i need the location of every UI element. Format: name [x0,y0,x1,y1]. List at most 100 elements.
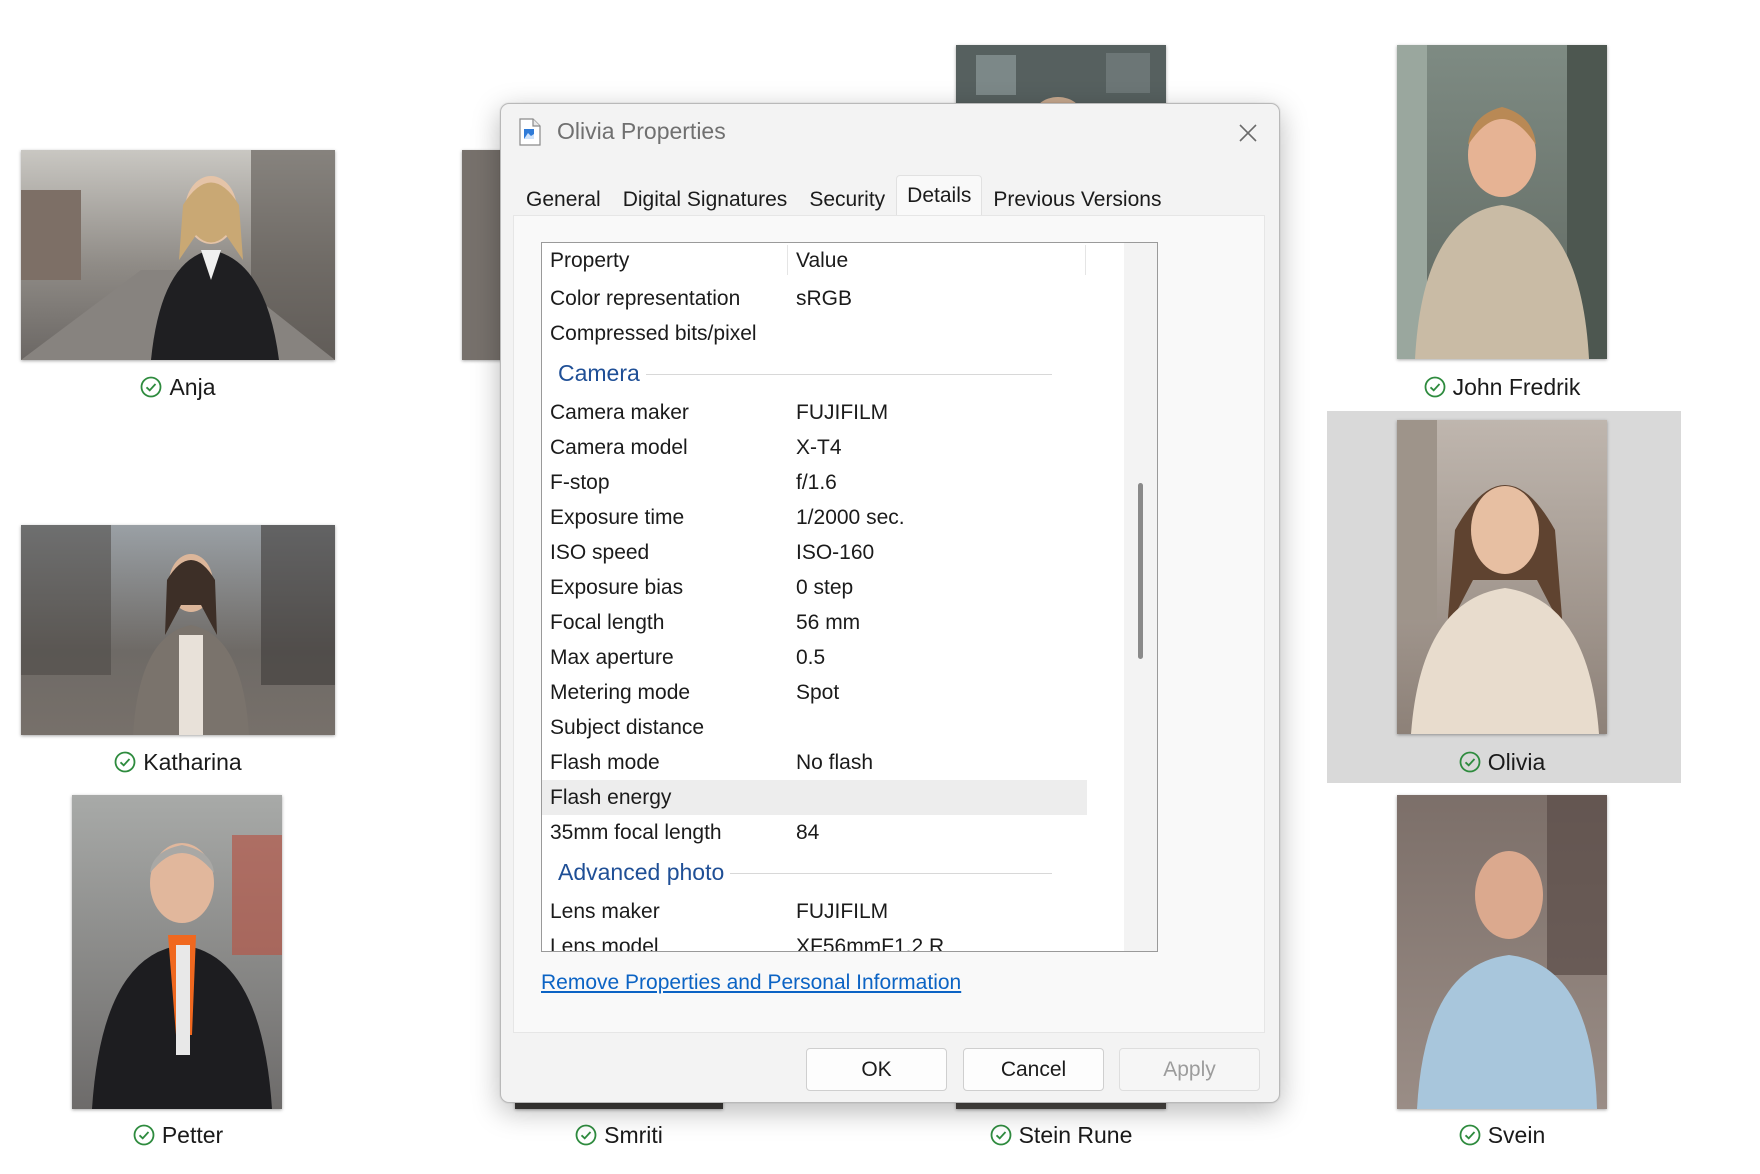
tab-digital-signatures[interactable]: Digital Signatures [612,179,799,218]
property-rows: Color representation sRGB Compressed bit… [542,281,1102,952]
tab-security[interactable]: Security [798,179,896,218]
close-button[interactable] [1231,116,1265,150]
scrollbar-thumb[interactable] [1138,483,1143,659]
property-key: Camera maker [550,401,689,424]
property-key: Metering mode [550,681,691,704]
caption-stein-rune: Stein Rune [906,1120,1216,1150]
property-value: 1/2000 sec. [796,506,905,529]
property-value: ISO-160 [796,541,875,564]
property-key: Camera model [550,436,688,459]
property-value: 0.5 [796,646,826,669]
property-row[interactable]: Color representation sRGB [542,281,1102,316]
person-name: Smriti [604,1121,663,1148]
column-divider[interactable] [787,245,788,275]
caption-katharina: Katharina [21,747,335,777]
property-row[interactable]: Focal length 56 mm [542,605,1102,640]
tab-previous-versions[interactable]: Previous Versions [982,179,1172,218]
ok-button[interactable]: OK [806,1048,947,1091]
photo-petter-image [72,795,282,1109]
apply-button[interactable]: Apply [1119,1048,1260,1091]
photo-thumbnail-john-fredrik[interactable] [1397,45,1607,359]
tab-general[interactable]: General [515,179,612,218]
property-row[interactable]: Exposure bias 0 step [542,570,1102,605]
property-row[interactable]: Subject distance [542,710,1102,745]
property-row[interactable]: Camera model X-T4 [542,430,1102,465]
property-value: Spot [796,681,840,704]
property-value: FUJIFILM [796,900,889,923]
property-row[interactable]: Flash mode No flash [542,745,1102,780]
property-value: XF56mmF1.2 R [796,935,945,952]
person-name: Petter [161,1121,224,1148]
property-row[interactable]: Metering mode Spot [542,675,1102,710]
list-header: Property Value [542,243,1087,277]
person-name: Stein Rune [1018,1121,1133,1148]
photo-thumbnail-svein[interactable] [1397,795,1607,1109]
property-value: 0 step [796,576,854,599]
group-header-advanced-photo: Advanced photo [542,850,1102,894]
details-panel: Property Value Color representation sRGB… [513,215,1265,1033]
photo-anja-image [21,150,335,360]
column-header-value[interactable]: Value [796,249,848,273]
property-row[interactable]: Exposure time 1/2000 sec. [542,500,1102,535]
property-key: Lens maker [550,900,660,923]
check-circle-icon [133,1124,155,1146]
property-key: Compressed bits/pixel [550,322,757,345]
check-circle-icon [990,1124,1011,1146]
photo-thumbnail-petter[interactable] [72,795,282,1109]
image-file-icon [519,118,541,146]
property-key: Flash mode [550,751,660,774]
property-row[interactable]: F-stop f/1.6 [542,465,1102,500]
property-row[interactable]: Camera maker FUJIFILM [542,395,1102,430]
column-header-property[interactable]: Property [550,249,629,273]
property-value: FUJIFILM [796,401,889,424]
property-row[interactable]: Lens model XF56mmF1.2 R [542,929,1102,952]
check-circle-icon [141,376,162,398]
photo-olivia-image [1397,420,1607,734]
dialog-titlebar[interactable]: Olivia Properties [501,104,1279,160]
caption-svein: Svein [1347,1120,1657,1150]
person-name: Olivia [1487,748,1546,775]
remove-properties-link[interactable]: Remove Properties and Personal Informati… [541,971,961,995]
cancel-button[interactable]: Cancel [963,1048,1104,1091]
photo-svein-image [1397,795,1607,1109]
property-list[interactable]: Property Value Color representation sRGB… [541,242,1158,952]
group-header-camera: Camera [542,351,1102,395]
column-divider[interactable] [1085,245,1086,275]
photo-katharina-image [21,525,335,735]
person-name: Svein [1487,1121,1546,1148]
property-value: sRGB [796,287,853,310]
property-row[interactable]: Lens maker FUJIFILM [542,894,1102,929]
caption-smriti: Smriti [466,1120,772,1150]
check-circle-icon [1459,751,1481,773]
check-circle-icon [1459,1124,1481,1146]
property-key: Exposure bias [550,576,684,599]
property-row[interactable]: Max aperture 0.5 [542,640,1102,675]
photo-thumbnail-katharina[interactable] [21,525,335,735]
property-key: ISO speed [550,541,650,564]
person-name: Katharina [143,748,242,775]
property-row[interactable]: Compressed bits/pixel [542,316,1102,351]
check-circle-icon [1424,376,1445,398]
photo-john-fredrik-image [1397,45,1607,359]
vertical-scrollbar[interactable] [1124,243,1157,951]
property-key: F-stop [550,471,610,494]
property-key: Max aperture [550,646,674,669]
tab-details[interactable]: Details [896,175,983,220]
property-value: 56 mm [796,611,861,634]
caption-anja: Anja [21,372,335,402]
property-row[interactable]: 35mm focal length 84 [542,815,1102,850]
property-row-hovered[interactable]: Flash energy [542,780,1087,815]
property-value: f/1.6 [796,471,837,494]
property-key: Focal length [550,611,665,634]
property-value: 84 [796,821,820,844]
person-name: John Fredrik [1452,373,1581,400]
group-label: Camera [558,360,646,387]
property-key: Lens model [550,935,659,952]
photo-thumbnail-olivia[interactable] [1397,420,1607,734]
properties-dialog: Olivia Properties General Digital Signat… [500,103,1280,1103]
caption-olivia: Olivia [1347,747,1657,777]
property-row[interactable]: ISO speed ISO-160 [542,535,1102,570]
check-circle-icon [575,1124,597,1146]
photo-thumbnail-anja[interactable] [21,150,335,360]
caption-petter: Petter [21,1120,335,1150]
